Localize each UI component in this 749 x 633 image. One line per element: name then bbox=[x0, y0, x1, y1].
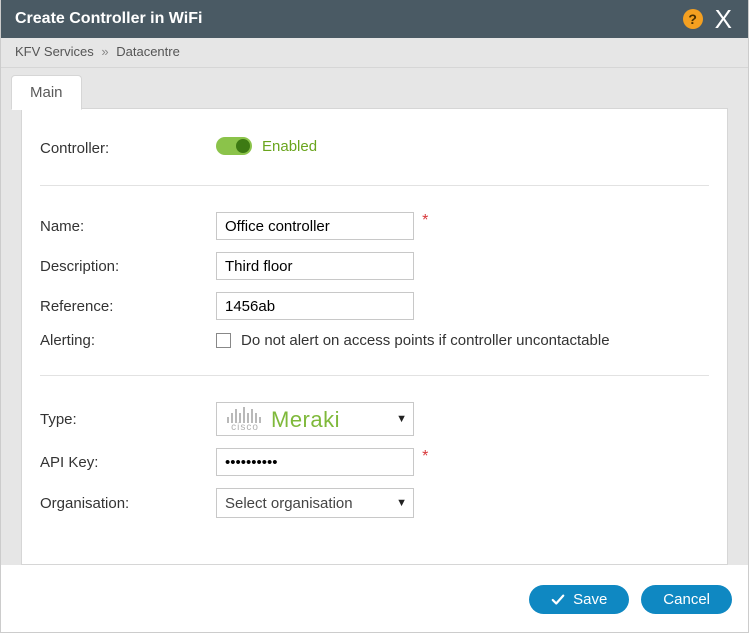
reference-label: Reference: bbox=[40, 286, 216, 326]
breadcrumb: KFV Services » Datacentre bbox=[1, 38, 748, 68]
check-icon bbox=[551, 593, 565, 607]
close-icon[interactable]: X bbox=[711, 6, 736, 32]
modal-titlebar: Create Controller in WiFi ? X bbox=[1, 0, 748, 38]
toggle-track bbox=[216, 137, 252, 155]
cancel-button[interactable]: Cancel bbox=[641, 585, 732, 614]
required-marker: * bbox=[422, 448, 428, 465]
name-input[interactable] bbox=[216, 212, 414, 240]
organisation-select[interactable]: Select organisation ▼ bbox=[216, 488, 414, 518]
cancel-button-label: Cancel bbox=[663, 591, 710, 608]
help-icon[interactable]: ? bbox=[683, 9, 703, 29]
breadcrumb-item[interactable]: KFV Services bbox=[15, 44, 94, 59]
tab-panel-main: Controller: Enabled bbox=[21, 108, 728, 565]
alerting-checkbox[interactable] bbox=[216, 333, 231, 348]
name-label: Name: bbox=[40, 206, 216, 246]
modal-create-controller: Create Controller in WiFi ? X KFV Servic… bbox=[0, 0, 749, 633]
chevron-down-icon: ▼ bbox=[396, 497, 407, 509]
reference-input[interactable] bbox=[216, 292, 414, 320]
breadcrumb-separator: » bbox=[97, 44, 112, 59]
apikey-input[interactable] bbox=[216, 448, 414, 476]
description-input[interactable] bbox=[216, 252, 414, 280]
save-button-label: Save bbox=[573, 591, 607, 608]
required-marker: * bbox=[422, 212, 428, 229]
meraki-word: Meraki bbox=[271, 407, 340, 433]
type-label: Type: bbox=[40, 396, 216, 442]
tab-main[interactable]: Main bbox=[11, 75, 82, 110]
organisation-select-value: Select organisation bbox=[225, 495, 353, 512]
save-button[interactable]: Save bbox=[529, 585, 629, 614]
toggle-state-label: Enabled bbox=[262, 138, 317, 155]
tab-label: Main bbox=[30, 84, 63, 101]
breadcrumb-item[interactable]: Datacentre bbox=[116, 44, 180, 59]
tab-bar: Main Controller: Enabled bbox=[1, 68, 748, 565]
controller-label: Controller: bbox=[40, 131, 216, 165]
toggle-knob bbox=[236, 139, 250, 153]
organisation-label: Organisation: bbox=[40, 482, 216, 524]
modal-title: Create Controller in WiFi bbox=[15, 10, 202, 28]
description-label: Description: bbox=[40, 246, 216, 286]
apikey-label: API Key: bbox=[40, 442, 216, 482]
chevron-down-icon: ▼ bbox=[396, 413, 407, 425]
type-select[interactable]: cisco Meraki ▼ bbox=[216, 402, 414, 436]
cisco-word: cisco bbox=[231, 423, 259, 433]
modal-footer: Save Cancel bbox=[1, 575, 748, 632]
cisco-bars-icon bbox=[227, 405, 261, 423]
cisco-meraki-logo: cisco Meraki bbox=[227, 405, 340, 433]
alerting-checkbox-label: Do not alert on access points if control… bbox=[241, 332, 610, 349]
alerting-label: Alerting: bbox=[40, 326, 216, 355]
controller-enabled-toggle[interactable]: Enabled bbox=[216, 137, 317, 155]
